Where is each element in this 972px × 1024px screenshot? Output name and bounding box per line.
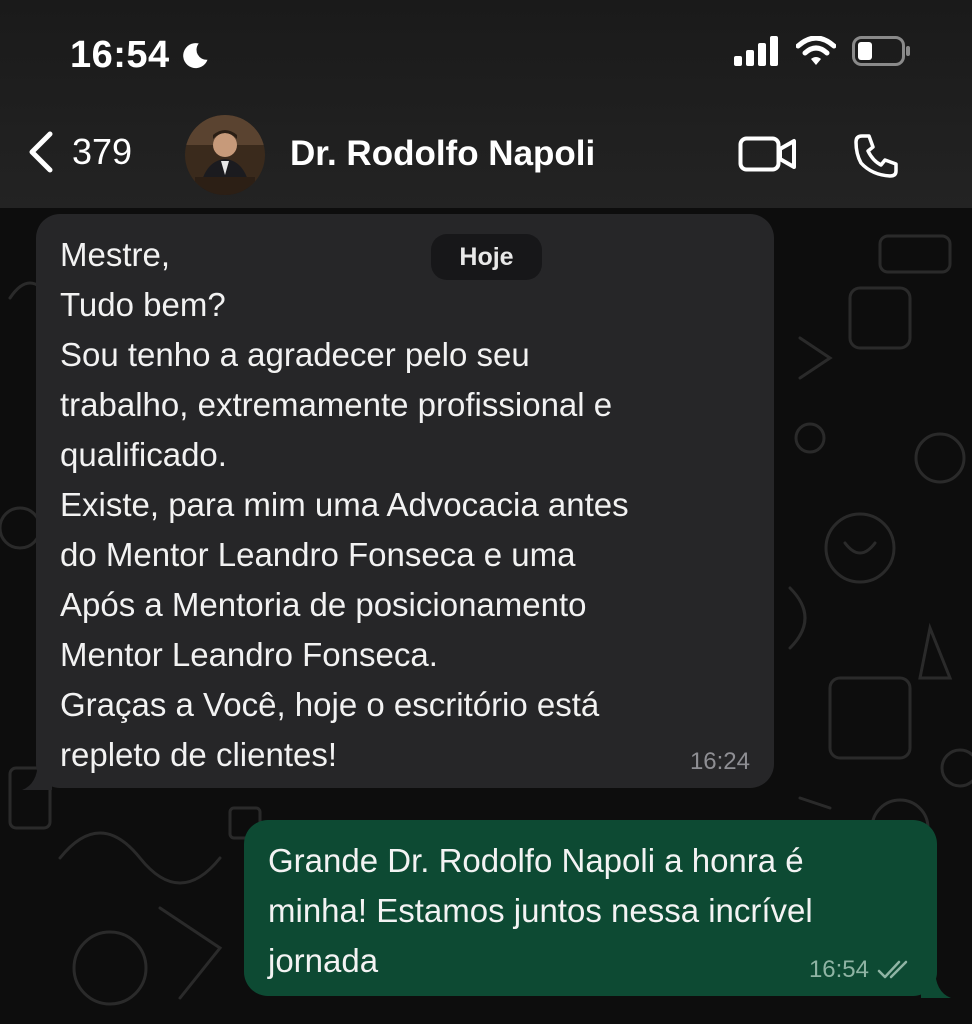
clock-text: 16:54: [70, 34, 170, 76]
message-meta: 16:54: [809, 956, 913, 984]
message-line: Graças a Você, hoje o escritório está: [60, 686, 600, 723]
message-line: trabalho, extremamente profissional e: [60, 386, 613, 423]
battery-icon: [852, 36, 910, 66]
message-timestamp: 16:54: [808, 956, 869, 983]
message-line: qualificado.: [60, 436, 227, 473]
back-button[interactable]: 379: [26, 130, 132, 174]
cellular-signal-icon: [734, 36, 778, 66]
wifi-icon: [796, 36, 836, 65]
outgoing-message-bubble[interactable]: Grande Dr. Rodolfo Napoli a honra é minh…: [244, 820, 951, 998]
phone-icon[interactable]: [852, 132, 900, 180]
bubble-tail: [22, 760, 52, 790]
message-line: Tudo bem?: [60, 286, 226, 323]
contact-name[interactable]: Dr. Rodolfo Napoli: [290, 134, 595, 174]
message-line: Mentor Leandro Fonseca.: [60, 636, 438, 673]
message-timestamp: 16:24: [689, 748, 750, 775]
video-call-icon[interactable]: [738, 134, 798, 174]
double-check-icon: [877, 960, 908, 979]
status-icons: [734, 36, 912, 66]
avatar[interactable]: [185, 115, 265, 195]
status-bar-time: 16:54: [70, 34, 210, 77]
message-line: minha! Estamos juntos nessa incrível: [268, 892, 813, 929]
date-separator: Hoje: [431, 234, 542, 280]
message-line: Mestre,: [60, 236, 171, 273]
message-line: Sou tenho a agradecer pelo seu: [60, 336, 530, 373]
message-line: Grande Dr. Rodolfo Napoli a honra é: [268, 842, 804, 879]
chat-header: 16:54 379 Dr. Rodolfo Napoli: [0, 0, 972, 208]
message-line: Após a Mentoria de posicionamento: [60, 586, 587, 623]
message-line: repleto de clientes!: [60, 736, 338, 773]
unread-count: 379: [72, 131, 133, 172]
chevron-left-icon: [29, 131, 53, 173]
avatar-photo: [185, 115, 265, 195]
bubble-tail: [921, 968, 951, 998]
message-line: Existe, para mim uma Advocacia antes: [60, 486, 629, 523]
moon-icon: [182, 42, 208, 68]
message-line: do Mentor Leandro Fonseca e uma: [60, 536, 576, 573]
incoming-message-bubble[interactable]: Mestre, Tudo bem? Sou tenho a agradecer …: [22, 214, 774, 790]
